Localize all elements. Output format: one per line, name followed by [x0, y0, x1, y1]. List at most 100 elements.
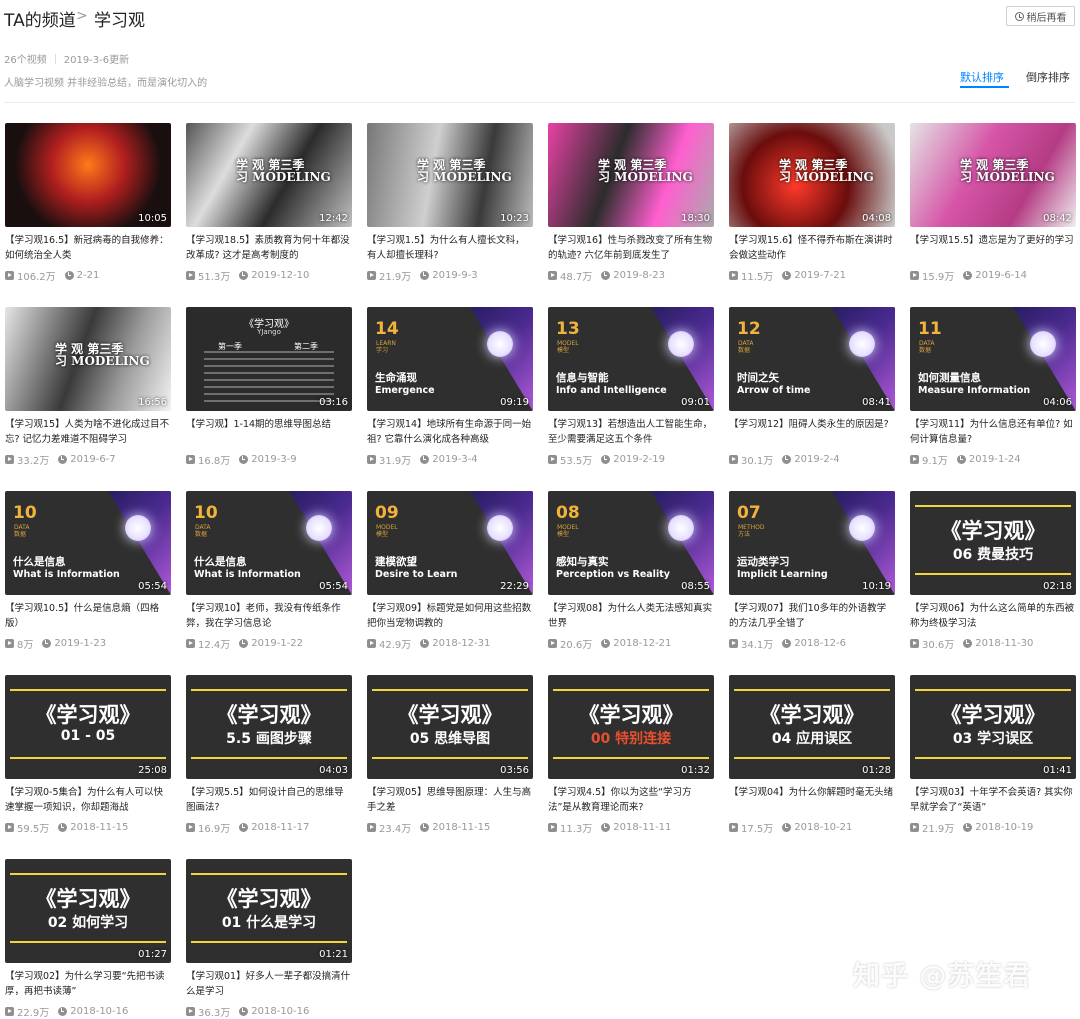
video-thumbnail[interactable]: 10:05 — [5, 123, 171, 227]
video-card[interactable]: 《学习观》 YJango 第一季 第二季 03:16 【学习观】1-14期的思维导图总结 1… — [186, 307, 352, 477]
video-card[interactable]: 学 观 第三季习 MODELING 10:23 【学习观1.5】为什么有人擅长文科，… — [367, 123, 533, 293]
video-card[interactable]: 《学习观》 04 应用误区 01:28 【学习观04】为什么你解题时毫无头绪 17.5万… — [729, 675, 895, 845]
video-card[interactable]: 09 MODEL 模型 建模欲望 Desire to Learn 22:29 【学习观09】… — [367, 491, 533, 661]
video-thumbnail[interactable]: 10 DATA 数据 什么是信息 What is Information 05:54 — [5, 491, 171, 595]
play-count-icon — [5, 270, 14, 280]
video-card[interactable]: 《学习观》 02 如何学习 01:27 【学习观02】为什么学习要“先把书读厚，再把书… — [5, 859, 171, 1019]
watch-later-button[interactable]: 稍后再看 — [1006, 6, 1075, 26]
video-card[interactable]: 《学习观》 03 学习误区 01:41 【学习观03】十年学不会英语? 其实你早就学会… — [910, 675, 1076, 845]
video-card[interactable]: 10 DATA 数据 什么是信息 What is Information 05:54 【学习… — [5, 491, 171, 661]
video-title[interactable]: 【学习观06】为什么这么简单的东西被称为终极学习法 — [910, 601, 1076, 631]
episode-tag: LEARN 学习 — [376, 340, 396, 354]
episode-tag-zh: 模型 — [557, 531, 570, 538]
video-thumbnail[interactable]: 09 MODEL 模型 建模欲望 Desire to Learn 22:29 — [367, 491, 533, 595]
video-title[interactable]: 【学习观15】人类为啥不进化成过目不忘? 记忆力差难道不阻碍学习 — [5, 417, 171, 447]
upload-date: 2018-12-21 — [613, 637, 672, 649]
video-card[interactable]: 学 观 第三季习 MODELING 12:42 【学习观18.5】素质教育为何十年都… — [186, 123, 352, 293]
video-title[interactable]: 【学习观4.5】你以为这些“学习方法”是从教育理论而来? — [548, 785, 714, 815]
video-title[interactable]: 【学习观5.5】如何设计自己的思维导图画法? — [186, 785, 352, 815]
video-title[interactable]: 【学习观15.5】遗忘是为了更好的学习 — [910, 233, 1076, 263]
video-title[interactable]: 【学习观16】性与杀戮改变了所有生物的轨迹? 六亿年前到底发生了 — [548, 233, 714, 263]
video-card[interactable]: 《学习观》 01 什么是学习 01:21 【学习观01】好多人一辈子都没搞清什么是学习… — [186, 859, 352, 1019]
video-title[interactable]: 【学习观】1-14期的思维导图总结 — [186, 417, 352, 447]
sort-reverse-tab[interactable]: 倒序排序 — [1026, 69, 1070, 85]
video-card[interactable]: 学 观 第三季习 MODELING 18:30 【学习观16】性与杀戮改变了所有生物… — [548, 123, 714, 293]
video-card[interactable]: 13 MODEL 模型 信息与智能 Info and Intelligence 09:01… — [548, 307, 714, 477]
breadcrumb-channel[interactable]: TA的频道 — [4, 6, 76, 31]
video-thumbnail[interactable]: 学 观 第三季习 MODELING 18:30 — [548, 123, 714, 227]
video-card[interactable]: 《学习观》 06 费曼技巧 02:18 【学习观06】为什么这么简单的东西被称为终极学… — [910, 491, 1076, 661]
video-thumbnail[interactable]: 《学习观》 YJango 第一季 第二季 03:16 — [186, 307, 352, 411]
video-title[interactable]: 【学习观09】标题党是如何用这些招数把你当宠物调教的 — [367, 601, 533, 631]
clock-icon — [963, 822, 973, 832]
video-title[interactable]: 【学习观15.6】怪不得乔布斯在演讲时会做这些动作 — [729, 233, 895, 263]
video-title[interactable]: 【学习观04】为什么你解题时毫无头绪 — [729, 785, 895, 815]
video-thumbnail[interactable]: 《学习观》 06 费曼技巧 02:18 — [910, 491, 1076, 595]
video-thumbnail[interactable]: 《学习观》 01 - 05 25:08 — [5, 675, 171, 779]
video-thumbnail[interactable]: 《学习观》 5.5 画图步骤 04:03 — [186, 675, 352, 779]
video-duration: 04:08 — [862, 213, 891, 224]
video-card[interactable]: 学 观 第三季习 MODELING 08:42 【学习观15.5】遗忘是为了更好的学… — [910, 123, 1076, 293]
video-card[interactable]: 12 DATA 数据 时间之矢 Arrow of time 08:41 【学习观12】阻碍人… — [729, 307, 895, 477]
video-thumbnail[interactable]: 10 DATA 数据 什么是信息 What is Information 05:54 — [186, 491, 352, 595]
video-thumbnail[interactable]: 14 LEARN 学习 生命涌现 Emergence 09:19 — [367, 307, 533, 411]
banner-line — [734, 689, 890, 691]
video-thumbnail[interactable]: 07 METHOD 方法 运动类学习 Implicit Learning 10:19 — [729, 491, 895, 595]
moon-icon — [487, 515, 513, 541]
video-thumbnail[interactable]: 《学习观》 02 如何学习 01:27 — [5, 859, 171, 963]
episode-tag: DATA 数据 — [738, 340, 753, 354]
video-thumbnail[interactable]: 《学习观》 01 什么是学习 01:21 — [186, 859, 352, 963]
video-card[interactable]: 14 LEARN 学习 生命涌现 Emergence 09:19 【学习观14】地球所有生命… — [367, 307, 533, 477]
video-card[interactable]: 《学习观》 5.5 画图步骤 04:03 【学习观5.5】如何设计自己的思维导图画法?… — [186, 675, 352, 845]
video-title[interactable]: 【学习观03】十年学不会英语? 其实你早就学会了“英语” — [910, 785, 1076, 815]
video-thumbnail[interactable]: 《学习观》 03 学习误区 01:41 — [910, 675, 1076, 779]
video-thumbnail[interactable]: 学 观 第三季习 MODELING 08:42 — [910, 123, 1076, 227]
video-card[interactable]: 11 DATA 数据 如何测量信息 Measure Information 04:06 【学… — [910, 307, 1076, 477]
video-thumbnail[interactable]: 学 观 第三季习 MODELING 10:23 — [367, 123, 533, 227]
video-thumbnail[interactable]: 《学习观》 00 特别连接 01:32 — [548, 675, 714, 779]
video-thumbnail[interactable]: 《学习观》 05 思维导图 03:56 — [367, 675, 533, 779]
sort-default-tab[interactable]: 默认排序 — [960, 69, 1004, 85]
video-stats: 21.9万 2019-9-3 — [367, 269, 478, 283]
video-card[interactable]: 07 METHOD 方法 运动类学习 Implicit Learning 10:19 【学习… — [729, 491, 895, 661]
clock-icon — [420, 454, 430, 464]
video-title[interactable]: 【学习观13】若想造出人工智能生命，至少需要满足这五个条件 — [548, 417, 714, 447]
video-card[interactable]: 学 观 第三季习 MODELING 16:56 【学习观15】人类为啥不进化成过目不… — [5, 307, 171, 477]
video-thumbnail[interactable]: 《学习观》 04 应用误区 01:28 — [729, 675, 895, 779]
view-count: 106.2万 — [17, 271, 56, 283]
video-card[interactable]: 学 观 第三季习 MODELING 04:08 【学习观15.6】怪不得乔布斯在演讲… — [729, 123, 895, 293]
video-card[interactable]: 08 MODEL 模型 感知与真实 Perception vs Reality 08:55… — [548, 491, 714, 661]
video-title[interactable]: 【学习观10.5】什么是信息熵（四格版） — [5, 601, 171, 631]
video-card[interactable]: 10 DATA 数据 什么是信息 What is Information 05:54 【学习… — [186, 491, 352, 661]
video-thumbnail[interactable]: 学 观 第三季习 MODELING 12:42 — [186, 123, 352, 227]
video-title[interactable]: 【学习观1.5】为什么有人擅长文科，有人却擅长理科? — [367, 233, 533, 263]
video-stats: 48.7万 2019-8-23 — [548, 269, 665, 283]
video-thumbnail[interactable]: 13 MODEL 模型 信息与智能 Info and Intelligence 09:01 — [548, 307, 714, 411]
video-thumbnail[interactable]: 学 观 第三季习 MODELING 16:56 — [5, 307, 171, 411]
video-title[interactable]: 【学习观10】老师，我没有传纸条作弊，我在学习信息论 — [186, 601, 352, 631]
video-thumbnail[interactable]: 08 MODEL 模型 感知与真实 Perception vs Reality 08:55 — [548, 491, 714, 595]
play-count-icon — [910, 638, 919, 648]
play-count-icon — [729, 270, 738, 280]
video-thumbnail[interactable]: 12 DATA 数据 时间之矢 Arrow of time 08:41 — [729, 307, 895, 411]
video-card[interactable]: 《学习观》 00 特别连接 01:32 【学习观4.5】你以为这些“学习方法”是从教育… — [548, 675, 714, 845]
video-title[interactable]: 【学习观01】好多人一辈子都没搞清什么是学习 — [186, 969, 352, 999]
video-title[interactable]: 【学习观11】为什么信息还有单位? 如何计算信息量? — [910, 417, 1076, 447]
upload-date: 2018-10-16 — [251, 1005, 310, 1017]
video-title[interactable]: 【学习观07】我们10多年的外语教学的方法几乎全错了 — [729, 601, 895, 631]
video-title[interactable]: 【学习观05】思维导图原理：人生与高手之差 — [367, 785, 533, 815]
video-card[interactable]: 10:05 【学习观16.5】新冠病毒的自我修养：如何统治全人类 106.2万 2-2… — [5, 123, 171, 293]
video-card[interactable]: 《学习观》 01 - 05 25:08 【学习观0-5集合】为什么有人可以快速掌握一项… — [5, 675, 171, 845]
video-title[interactable]: 【学习观0-5集合】为什么有人可以快速掌握一项知识，你却题海战 — [5, 785, 171, 815]
video-title[interactable]: 【学习观08】为什么人类无法感知真实世界 — [548, 601, 714, 631]
play-count-icon — [548, 454, 557, 464]
banner-title: 《学习观》 — [216, 703, 322, 727]
video-thumbnail[interactable]: 学 观 第三季习 MODELING 04:08 — [729, 123, 895, 227]
video-title[interactable]: 【学习观16.5】新冠病毒的自我修养：如何统治全人类 — [5, 233, 171, 263]
video-title[interactable]: 【学习观18.5】素质教育为何十年都没改革成? 这才是高考制度的 — [186, 233, 352, 263]
video-card[interactable]: 《学习观》 05 思维导图 03:56 【学习观05】思维导图原理：人生与高手之差 23… — [367, 675, 533, 845]
video-title[interactable]: 【学习观12】阻碍人类永生的原因是? — [729, 417, 895, 447]
video-title[interactable]: 【学习观14】地球所有生命源于同一始祖? 它靠什么演化成各种高级 — [367, 417, 533, 447]
video-title[interactable]: 【学习观02】为什么学习要“先把书读厚，再把书读薄” — [5, 969, 171, 999]
video-thumbnail[interactable]: 11 DATA 数据 如何测量信息 Measure Information 04:06 — [910, 307, 1076, 411]
